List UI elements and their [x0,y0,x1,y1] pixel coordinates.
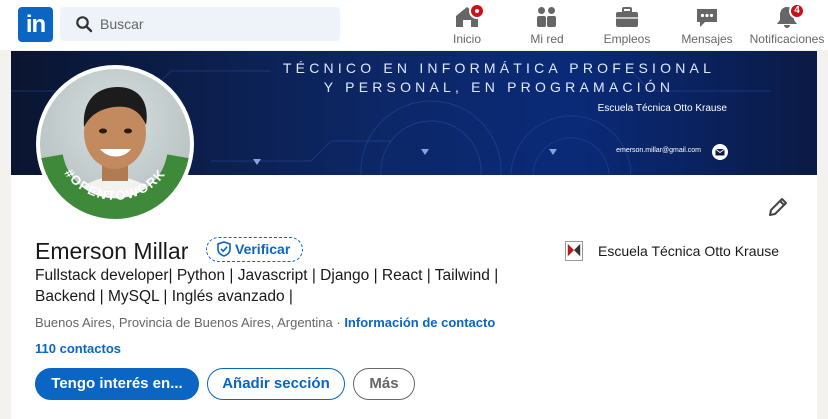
profile-photo: #OPENTOWORK [40,87,190,219]
nav-home-label: Inicio [452,32,481,46]
nav-network-label: Mi red [530,32,564,46]
nav-network[interactable]: Mi red [520,2,574,48]
profile-location: Buenos Aires, Provincia de Buenos Aires,… [35,315,333,330]
bell-icon: 4 [774,3,805,29]
profile-headline: Fullstack developer| Python | Javascript… [35,267,499,305]
location-separator: · [332,315,345,330]
open-to-button[interactable]: Tengo interés en... [35,368,199,400]
school-name: Escuela Técnica Otto Krause [598,243,780,259]
avatar-frame[interactable]: #OPENTOWORK [36,65,194,223]
verify-button[interactable]: Verificar [206,237,304,262]
connections-link[interactable]: 110 contactos [35,341,121,356]
shield-check-icon [217,241,231,257]
top-navigation: in Inicio Mi red [0,0,828,50]
nav-messaging[interactable]: Mensajes [679,2,735,48]
banner-title-line-1: TÉCNICO EN INFORMÁTICA PROFESIONAL [282,60,716,76]
home-icon [454,3,485,29]
network-icon [534,5,560,29]
profile-card: TÉCNICO EN INFORMÁTICA PROFESIONAL Y PER… [11,51,817,419]
contact-info-link[interactable]: Información de contacto [344,315,495,330]
notifications-badge: 4 [789,3,805,19]
nav-jobs-label: Empleos [603,32,651,46]
profile-location-row: Buenos Aires, Provincia de Buenos Aires,… [35,315,495,330]
nav-home[interactable]: Inicio [440,2,494,48]
nav-notifications-label: Notificaciones [749,32,825,46]
briefcase-icon [614,5,640,29]
banner-title-line-2: Y PERSONAL, EN PROGRAMACIÓN [323,79,675,95]
mail-icon [712,144,728,160]
banner-email: emerson.millar@gmail.com [616,147,701,154]
home-notification-dot [469,3,485,19]
more-button[interactable]: Más [353,368,415,400]
search-icon [76,16,93,33]
edit-pencil-icon[interactable] [766,195,790,219]
nav-messaging-label: Mensajes [681,32,733,46]
messaging-icon [694,5,720,29]
search-input[interactable] [100,7,330,41]
banner-school: Escuela Técnica Otto Krause [597,103,727,114]
nav-jobs[interactable]: Empleos [600,2,654,48]
profile-name: Emerson Millar [35,238,189,264]
search-box[interactable] [60,7,340,41]
verify-label: Verificar [235,241,291,257]
school-logo [565,241,583,261]
avatar: #OPENTOWORK [40,69,190,219]
add-section-button[interactable]: Añadir sección [207,368,345,400]
linkedin-logo[interactable]: in [18,7,53,42]
nav-notifications[interactable]: 4 Notificaciones [748,2,826,48]
